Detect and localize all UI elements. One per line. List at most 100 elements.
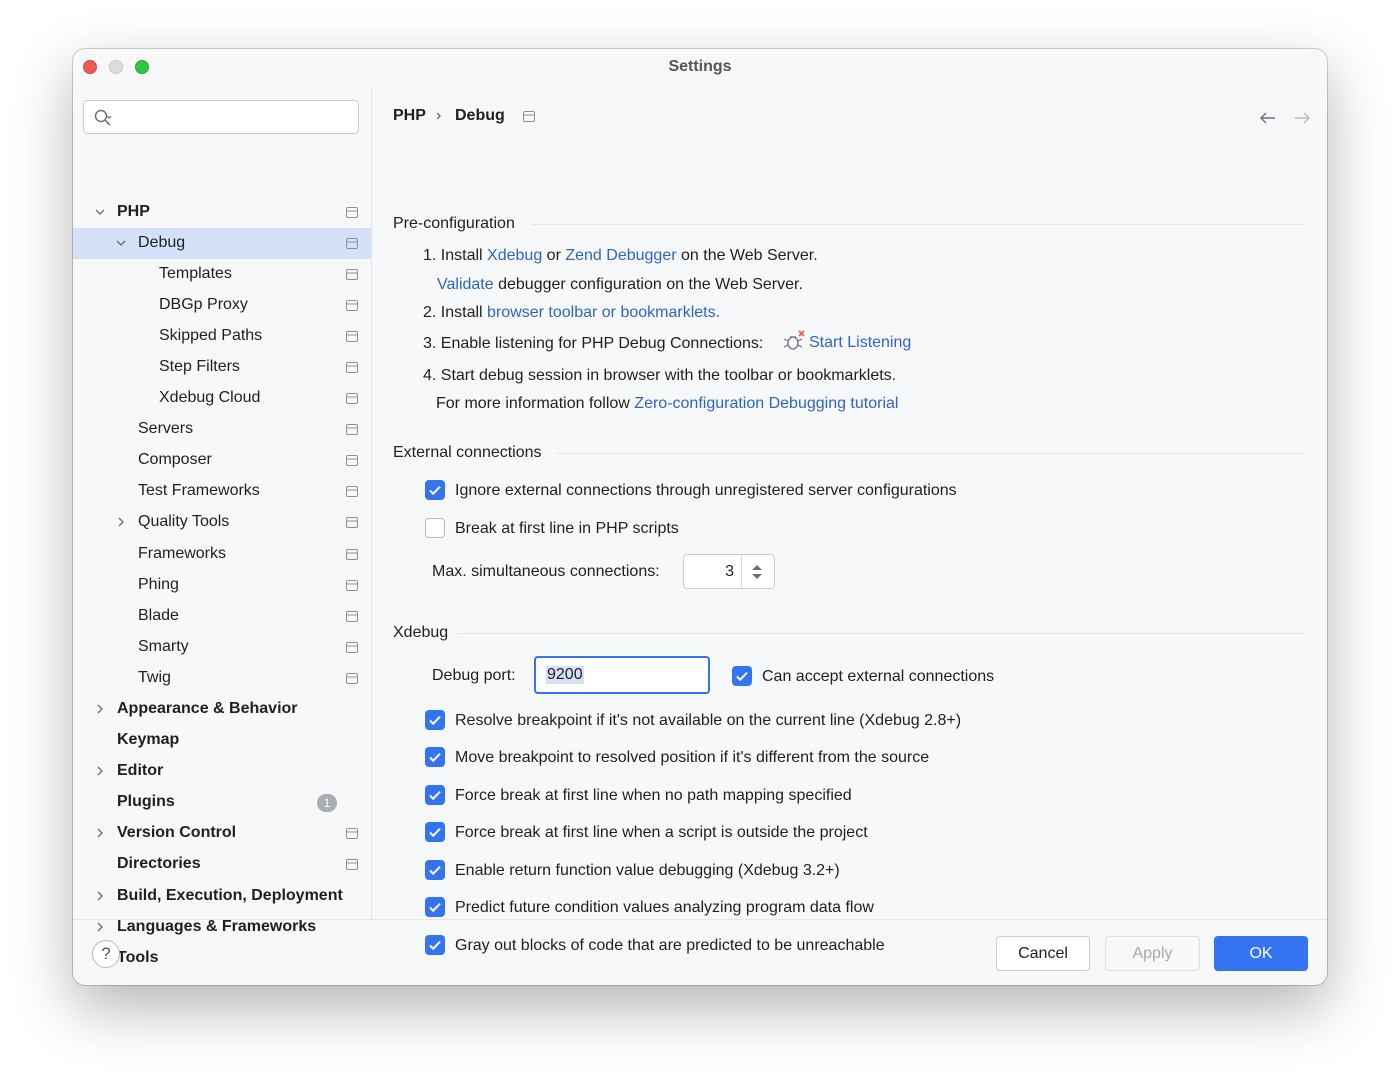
apply-button[interactable]: Apply (1105, 936, 1200, 971)
spinner-divider (741, 555, 742, 588)
tree-item-servers[interactable]: Servers (73, 414, 371, 445)
tree-item-smarty[interactable]: Smarty (73, 632, 371, 663)
step1-or: or (546, 247, 561, 264)
project-level-icon (346, 393, 358, 404)
tree-item-xdebug-cloud[interactable]: Xdebug Cloud (73, 383, 371, 414)
section-divider (458, 633, 1306, 634)
resolve-breakpoint-label: Resolve breakpoint if it's not available… (455, 712, 962, 729)
tree-item-version-control[interactable]: Version Control (73, 818, 371, 849)
project-level-icon (346, 611, 358, 622)
chevron-right-icon[interactable] (93, 826, 107, 840)
tree-item-frameworks[interactable]: Frameworks (73, 539, 371, 570)
project-level-icon (346, 331, 358, 342)
preconfig-step-1: 1. Install Xdebug or Zend Debugger on th… (423, 247, 818, 265)
tree-item-directories[interactable]: Directories (73, 849, 371, 880)
tree-item-step-filters[interactable]: Step Filters (73, 352, 371, 383)
spinner-arrows-icon[interactable] (750, 562, 764, 582)
return-value-debugging-checkbox[interactable] (425, 860, 445, 880)
tree-item-label: Quality Tools (138, 513, 230, 530)
settings-window: Settings PHP Debug Templates DBGp Proxy … (73, 49, 1327, 985)
tree-item-appearance-behavior[interactable]: Appearance & Behavior (73, 694, 371, 725)
breadcrumb-php[interactable]: PHP (393, 107, 426, 125)
search-input[interactable] (120, 107, 354, 129)
project-level-icon (346, 517, 358, 528)
force-break-no-mapping-checkbox[interactable] (425, 785, 445, 805)
debug-port-input[interactable]: 9200 (534, 656, 710, 694)
back-arrow-icon[interactable] (1259, 111, 1277, 125)
ignore-external-checkbox[interactable] (425, 480, 445, 500)
max-connections-label: Max. simultaneous connections: (432, 563, 660, 580)
can-accept-external-checkbox[interactable] (732, 666, 752, 686)
tree-item-keymap[interactable]: Keymap (73, 725, 371, 756)
chevron-down-icon[interactable] (93, 205, 107, 219)
info-prefix: For more information follow (436, 395, 630, 412)
xdebug-section-title: Xdebug (393, 624, 449, 641)
project-level-icon (346, 580, 358, 591)
resolve-breakpoint-checkbox[interactable] (425, 710, 445, 730)
section-divider (531, 224, 1306, 225)
tree-item-twig[interactable]: Twig (73, 663, 371, 694)
tree-item-composer[interactable]: Composer (73, 445, 371, 476)
move-breakpoint-checkbox[interactable] (425, 747, 445, 767)
tree-item-quality-tools[interactable]: Quality Tools (73, 507, 371, 538)
tree-item-label: Editor (117, 762, 164, 779)
tree-item-debug[interactable]: Debug (73, 228, 371, 259)
preconfig-step-2: 2. Install browser toolbar or bookmarkle… (423, 304, 720, 322)
project-level-icon (346, 269, 358, 280)
validate-link[interactable]: Validate (437, 276, 494, 293)
ok-button[interactable]: OK (1214, 936, 1308, 971)
tree-item-dbgp-proxy[interactable]: DBGp Proxy (73, 290, 371, 321)
step3-text: 3. Enable listening for PHP Debug Connec… (423, 335, 764, 352)
chevron-right-icon[interactable] (93, 889, 107, 903)
tree-item-label: Phing (138, 576, 179, 593)
tree-item-phing[interactable]: Phing (73, 570, 371, 601)
force-break-outside-project-checkbox[interactable] (425, 822, 445, 842)
tree-item-plugins[interactable]: Plugins 1 (73, 787, 371, 818)
start-listening-link[interactable]: Start Listening (809, 334, 911, 352)
tree-item-label: Plugins (117, 793, 175, 810)
chevron-right-icon[interactable] (93, 764, 107, 778)
project-level-icon (346, 300, 358, 311)
tree-item-label: Twig (138, 669, 171, 686)
chevron-right-icon[interactable] (114, 515, 128, 529)
move-breakpoint-label: Move breakpoint to resolved position if … (455, 749, 930, 766)
browser-toolbar-link[interactable]: browser toolbar or bookmarklets. (487, 304, 720, 321)
forward-arrow-icon[interactable] (1293, 111, 1311, 125)
zero-config-tutorial-link[interactable]: Zero-configuration Debugging tutorial (634, 395, 898, 412)
chevron-right-icon[interactable] (93, 702, 107, 716)
tree-item-label: Build, Execution, Deployment (117, 887, 343, 904)
preconfig-validate: Validate debugger configuration on the W… (437, 276, 803, 294)
section-divider (557, 453, 1306, 454)
project-level-icon (346, 455, 358, 466)
project-level-icon (346, 207, 358, 218)
tree-item-build-execution-deployment[interactable]: Build, Execution, Deployment (73, 881, 371, 912)
preconfig-step-3: 3. Enable listening for PHP Debug Connec… (423, 335, 763, 353)
search-box[interactable] (83, 100, 359, 134)
predict-condition-values-checkbox[interactable] (425, 897, 445, 917)
tree-item-label: Composer (138, 451, 212, 468)
zend-debugger-link[interactable]: Zend Debugger (565, 247, 676, 264)
tree-item-label: Smarty (138, 638, 189, 655)
break-first-line-checkbox[interactable] (425, 518, 445, 538)
project-level-icon (346, 549, 358, 560)
tree-item-editor[interactable]: Editor (73, 756, 371, 787)
project-level-icon (346, 486, 358, 497)
tree-item-php[interactable]: PHP (73, 197, 371, 228)
ignore-external-label: Ignore external connections through unre… (455, 482, 957, 499)
breadcrumb-debug: Debug (455, 107, 505, 124)
xdebug-link[interactable]: Xdebug (487, 247, 542, 264)
tree-item-blade[interactable]: Blade (73, 601, 371, 632)
title-bar: Settings (73, 49, 1327, 87)
project-level-icon (346, 673, 358, 684)
checkmark-icon (429, 866, 441, 876)
predict-condition-values-label: Predict future condition values analyzin… (455, 899, 874, 916)
max-connections-spinner[interactable]: 3 (683, 554, 775, 589)
tree-item-test-frameworks[interactable]: Test Frameworks (73, 476, 371, 507)
start-listening-bug-icon[interactable] (783, 330, 805, 352)
cancel-button[interactable]: Cancel (996, 936, 1090, 971)
tree-item-templates[interactable]: Templates (73, 259, 371, 290)
validate-suffix: debugger configuration on the Web Server… (498, 276, 803, 293)
chevron-down-icon[interactable] (114, 236, 128, 250)
tree-item-skipped-paths[interactable]: Skipped Paths (73, 321, 371, 352)
help-button[interactable]: ? (92, 940, 120, 968)
